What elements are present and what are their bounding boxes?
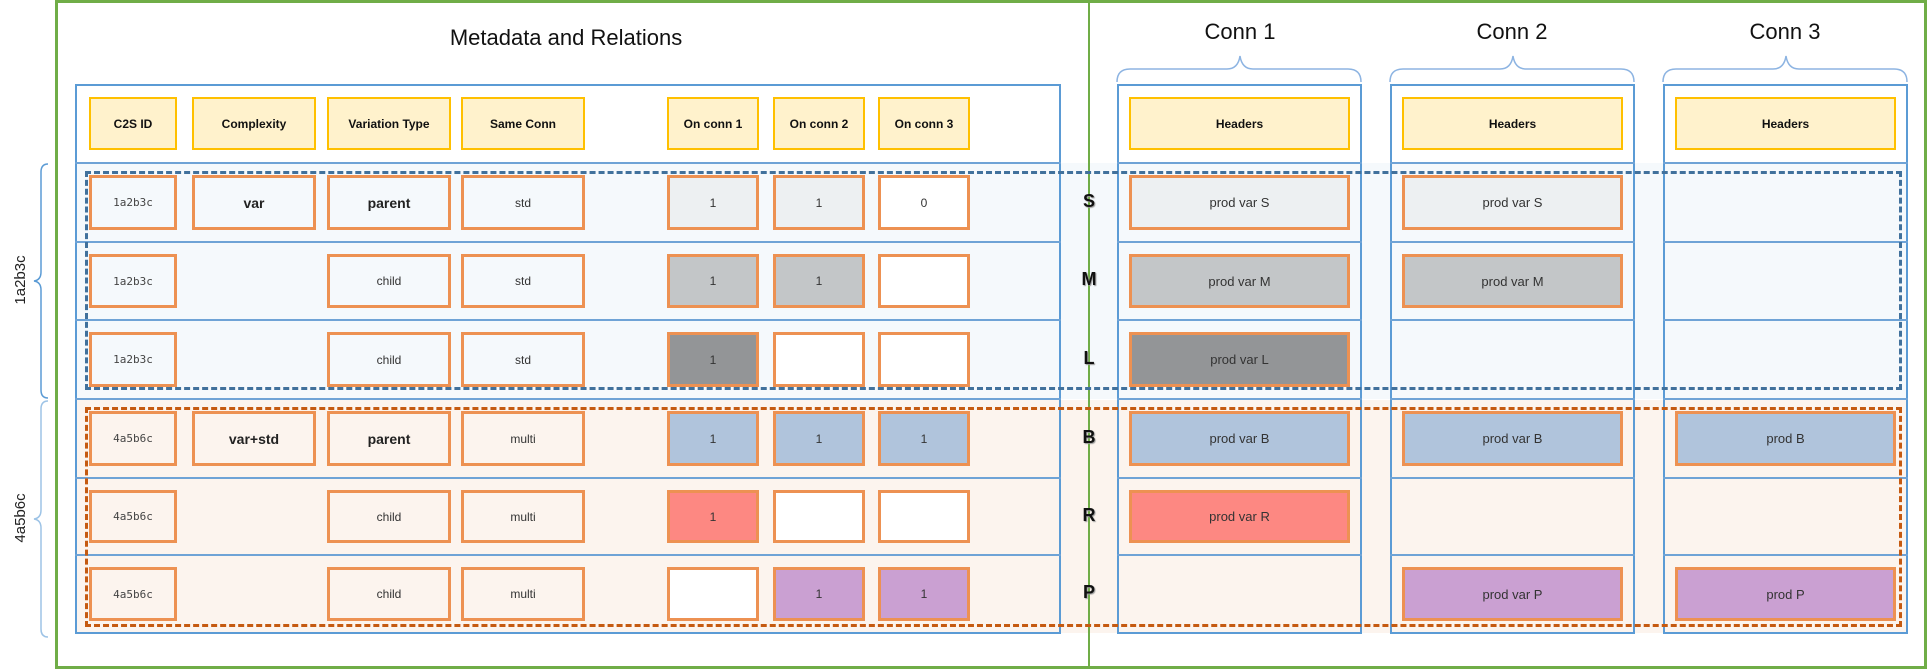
row-separator	[1117, 398, 1362, 400]
conn3-title: Conn 3	[1749, 19, 1821, 44]
row-separator	[75, 162, 1061, 164]
header-c2sid: C2S ID	[89, 97, 177, 150]
group-outline-1a2b3c	[85, 171, 1902, 390]
conn1-title: Conn 1	[1204, 19, 1276, 44]
group-outline-4a5b6c	[85, 407, 1902, 627]
header-complexity: Complexity	[192, 97, 316, 150]
conn1-brace-icon	[33, 55, 1908, 638]
group-label-1a2b3c: 1a2b3c	[12, 255, 29, 305]
group1-brace	[33, 163, 49, 399]
group2-brace	[33, 400, 49, 638]
header-on-conn2: On conn 2	[773, 97, 865, 150]
header-same-conn: Same Conn	[461, 97, 585, 150]
row-separator	[1117, 162, 1362, 164]
row-separator	[1390, 162, 1635, 164]
row-separator	[1663, 162, 1908, 164]
row-separator	[75, 398, 1061, 400]
header-on-conn3: On conn 3	[878, 97, 970, 150]
conn2-title: Conn 2	[1476, 19, 1548, 44]
metadata-title: Metadata and Relations	[449, 25, 683, 50]
conn1-headers: Headers	[1129, 97, 1350, 150]
row-separator	[1390, 398, 1635, 400]
conn2-headers: Headers	[1402, 97, 1623, 150]
group-label-4a5b6c: 4a5b6c	[12, 493, 29, 543]
header-on-conn1: On conn 1	[667, 97, 759, 150]
header-variation-type: Variation Type	[327, 97, 451, 150]
conn3-headers: Headers	[1675, 97, 1896, 150]
row-separator	[1663, 398, 1908, 400]
